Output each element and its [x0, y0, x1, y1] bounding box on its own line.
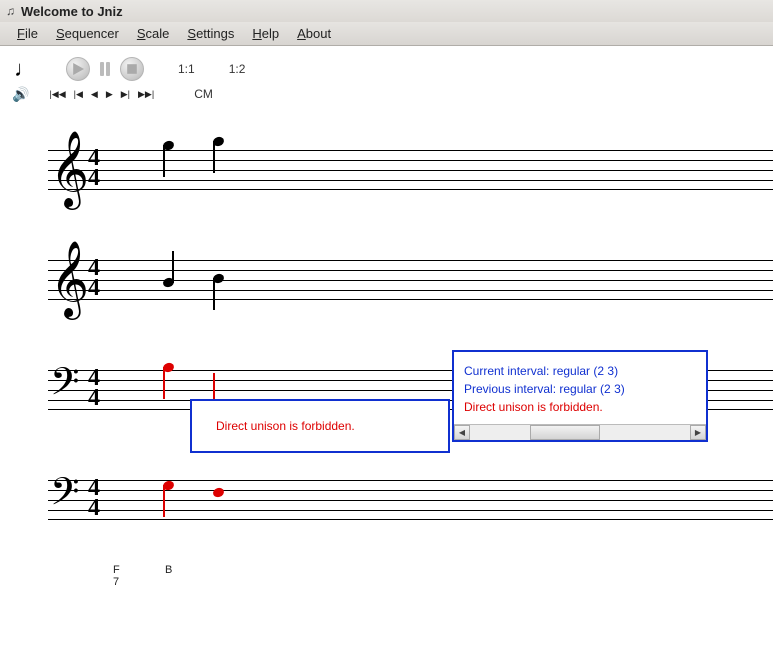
- menu-settings[interactable]: Settings: [178, 23, 243, 44]
- note[interactable]: [163, 278, 174, 287]
- stop-button[interactable]: [120, 57, 144, 81]
- app-icon: ♫: [6, 4, 15, 18]
- forward-button[interactable]: ▶: [104, 87, 115, 102]
- quarter-note-icon[interactable]: ♩: [14, 56, 36, 82]
- titlebar: ♫ Welcome to Jniz: [0, 0, 773, 22]
- key-label: CM: [194, 87, 213, 101]
- speaker-icon[interactable]: 🔊: [12, 86, 29, 103]
- interval-current: Current interval: regular (2 3): [454, 362, 706, 380]
- chord-label-1: F 7: [113, 564, 120, 588]
- chord-label-2: B: [165, 564, 172, 576]
- skip-first-button[interactable]: |◀◀: [47, 87, 67, 102]
- sub-toolbar: 🔊 |◀◀ |◀ ◀ ▶ ▶| ▶▶| CM: [0, 82, 773, 110]
- toolbar: ♩ 1:1 1:2: [0, 46, 773, 82]
- staff-4: 𝄢 4 4: [48, 450, 773, 560]
- time-signature: 4 4: [88, 258, 100, 298]
- menu-file[interactable]: File: [8, 23, 47, 44]
- chord-label-root: B: [165, 564, 172, 576]
- note-error[interactable]: [213, 488, 224, 497]
- note[interactable]: [213, 137, 224, 146]
- time-signature: 4 4: [88, 368, 100, 408]
- menu-help[interactable]: Help: [243, 23, 288, 44]
- note-error[interactable]: [163, 481, 174, 490]
- treble-clef-icon: 𝄞: [50, 240, 89, 319]
- staff-2: 𝄞 4 4: [48, 230, 773, 340]
- position-1: 1:1: [178, 62, 195, 76]
- scroll-thumb[interactable]: [530, 425, 600, 440]
- interval-previous: Previous interval: regular (2 3): [454, 380, 706, 398]
- interval-error: Direct unison is forbidden.: [454, 398, 706, 416]
- time-denominator: 4: [88, 498, 100, 518]
- menubar: File Sequencer Scale Settings Help About: [0, 22, 773, 46]
- tooltip-scrollbar[interactable]: ◀ ▶: [454, 424, 706, 440]
- menu-about[interactable]: About: [288, 23, 340, 44]
- staff-lines: [48, 480, 773, 520]
- time-denominator: 4: [88, 388, 100, 408]
- scroll-left-icon[interactable]: ◀: [454, 425, 470, 440]
- time-signature: 4 4: [88, 148, 100, 188]
- back-button[interactable]: ◀: [89, 87, 100, 102]
- next-button[interactable]: ▶|: [119, 87, 132, 102]
- pause-button[interactable]: [100, 62, 110, 76]
- interval-tooltip: Current interval: regular (2 3) Previous…: [452, 350, 708, 442]
- note[interactable]: [163, 141, 174, 150]
- error-tooltip-text: Direct unison is forbidden.: [216, 419, 355, 433]
- error-tooltip: Direct unison is forbidden.: [190, 399, 450, 453]
- score-area: 𝄞 4 4 𝄞 4 4 𝄢: [0, 110, 773, 560]
- play-button[interactable]: [66, 57, 90, 81]
- window-title: Welcome to Jniz: [21, 4, 123, 19]
- skip-last-button[interactable]: ▶▶|: [136, 87, 156, 102]
- note[interactable]: [213, 274, 224, 283]
- chord-label-root: F: [113, 564, 120, 576]
- menu-sequencer[interactable]: Sequencer: [47, 23, 128, 44]
- scroll-right-icon[interactable]: ▶: [690, 425, 706, 440]
- time-signature: 4 4: [88, 478, 100, 518]
- treble-clef-icon: 𝄞: [50, 130, 89, 209]
- prev-button[interactable]: |◀: [72, 87, 85, 102]
- menu-scale[interactable]: Scale: [128, 23, 179, 44]
- bass-clef-icon: 𝄢: [50, 359, 80, 415]
- position-2: 1:2: [229, 62, 246, 76]
- staff-1: 𝄞 4 4: [48, 120, 773, 230]
- time-denominator: 4: [88, 168, 100, 188]
- chord-label-ext: 7: [113, 576, 120, 588]
- staff-lines: [48, 260, 773, 300]
- scroll-track[interactable]: [470, 425, 690, 440]
- note-error[interactable]: [163, 363, 174, 372]
- staff-lines: [48, 150, 773, 190]
- bass-clef-icon: 𝄢: [50, 469, 80, 525]
- time-denominator: 4: [88, 278, 100, 298]
